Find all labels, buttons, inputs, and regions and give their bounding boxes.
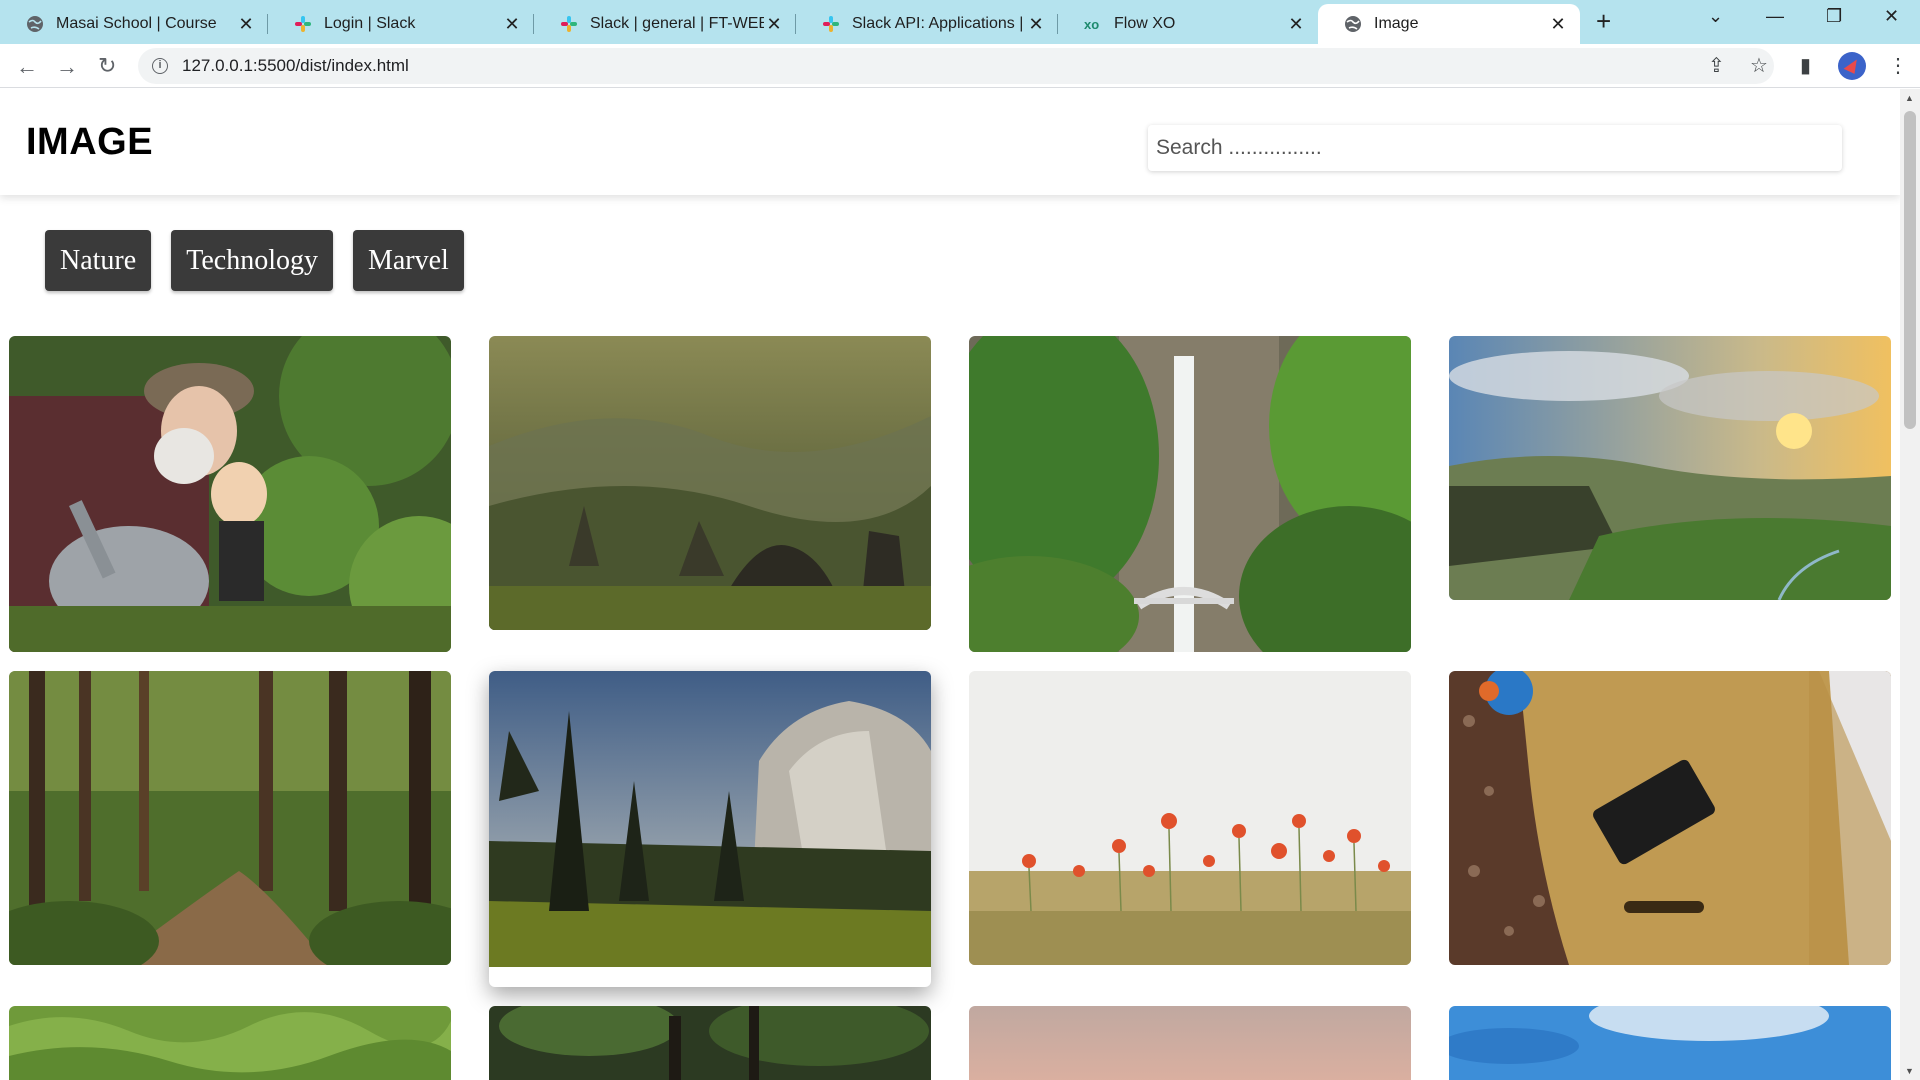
filter-marvel-button[interactable]: Marvel bbox=[352, 230, 464, 291]
close-icon[interactable]: ✕ bbox=[1026, 14, 1046, 35]
pink-sky-photo bbox=[969, 1006, 1411, 1080]
gallery-image-card[interactable] bbox=[969, 336, 1411, 652]
gallery-image-card[interactable] bbox=[489, 336, 931, 630]
mountain-valley-photo bbox=[489, 336, 931, 630]
tab-title: Slack | general | FT-WEB-17 bbox=[590, 15, 764, 32]
new-tab-button[interactable]: + bbox=[1596, 6, 1611, 37]
scrollbar-thumb[interactable] bbox=[1904, 111, 1916, 429]
gallery-image-card[interactable] bbox=[1449, 336, 1891, 600]
waterfall-photo bbox=[969, 336, 1411, 652]
search-input[interactable] bbox=[1148, 125, 1842, 171]
tab-title: Image bbox=[1374, 15, 1419, 32]
close-icon[interactable]: ✕ bbox=[764, 14, 784, 35]
share-icon[interactable]: ⇪ bbox=[1708, 53, 1725, 78]
page-scrollbar[interactable]: ▲ ▼ bbox=[1900, 89, 1920, 1080]
category-filters: Nature Technology Marvel bbox=[45, 230, 464, 291]
tab-title: Masai School | Course bbox=[56, 15, 217, 32]
gallery-image-card[interactable] bbox=[969, 1006, 1411, 1080]
url-text: 127.0.0.1:5500/dist/index.html bbox=[182, 56, 409, 75]
svg-text:xo: xo bbox=[1084, 17, 1099, 32]
globe-icon bbox=[26, 15, 44, 33]
forward-icon[interactable]: → bbox=[56, 54, 78, 80]
side-panel-icon[interactable]: ▮ bbox=[1800, 53, 1811, 78]
tab-title: Slack API: Applications | Sla bbox=[852, 15, 1026, 32]
globe-icon bbox=[1344, 15, 1362, 33]
gallery-image-card[interactable] bbox=[9, 336, 451, 652]
site-logo: IMAGE bbox=[26, 121, 154, 163]
forest-path-photo bbox=[9, 671, 451, 965]
restore-icon[interactable]: ❐ bbox=[1826, 6, 1842, 27]
tab-masai[interactable]: Masai School | Course ✕ bbox=[0, 4, 268, 44]
back-icon[interactable]: ← bbox=[16, 54, 38, 80]
cliffs-sunset-photo bbox=[1449, 336, 1891, 600]
close-icon[interactable]: ✕ bbox=[502, 14, 522, 35]
address-bar[interactable]: i 127.0.0.1:5500/dist/index.html bbox=[138, 48, 1774, 84]
slack-icon bbox=[822, 15, 840, 33]
gallery-image-card[interactable] bbox=[9, 671, 451, 965]
filter-technology-button[interactable]: Technology bbox=[171, 230, 333, 291]
gallery-image-card[interactable] bbox=[489, 1006, 931, 1080]
gallery-image-card[interactable] bbox=[9, 1006, 451, 1080]
green-hills-photo bbox=[9, 1006, 451, 1080]
close-icon[interactable]: ✕ bbox=[1286, 14, 1306, 35]
window-close-icon[interactable]: ✕ bbox=[1884, 6, 1899, 27]
tab-flowxo[interactable]: xo Flow XO ✕ bbox=[1058, 4, 1318, 44]
close-icon[interactable]: ✕ bbox=[1548, 14, 1568, 35]
close-icon[interactable]: ✕ bbox=[236, 14, 256, 35]
tab-title: Flow XO bbox=[1114, 15, 1176, 32]
blue-sky-photo bbox=[1449, 1006, 1891, 1080]
site-header: IMAGE bbox=[0, 89, 1900, 195]
slack-icon bbox=[294, 15, 312, 33]
bookmark-star-icon[interactable]: ☆ bbox=[1750, 53, 1768, 78]
granite-cliff-photo bbox=[489, 671, 931, 967]
gallery-image-card-hovered[interactable] bbox=[489, 671, 931, 987]
ssd-product-photo bbox=[1449, 671, 1891, 965]
flowxo-icon: xo bbox=[1084, 15, 1102, 33]
scroll-down-icon[interactable]: ▼ bbox=[1905, 1066, 1914, 1076]
page-viewport: IMAGE Nature Technology Marvel bbox=[0, 89, 1900, 1080]
tab-title: Login | Slack bbox=[324, 15, 416, 32]
tab-slack-api[interactable]: Slack API: Applications | Sla ✕ bbox=[796, 4, 1058, 44]
slack-icon bbox=[560, 15, 578, 33]
site-info-icon[interactable]: i bbox=[152, 58, 168, 74]
gallery-image-card[interactable] bbox=[1449, 671, 1891, 965]
gallery-image-card[interactable] bbox=[969, 671, 1411, 965]
scroll-up-icon[interactable]: ▲ bbox=[1905, 93, 1914, 103]
reload-icon[interactable]: ↻ bbox=[98, 53, 116, 79]
minimize-icon[interactable]: — bbox=[1766, 6, 1784, 27]
tab-search-chevron-icon[interactable]: ⌄ bbox=[1708, 6, 1723, 27]
tab-slack-general[interactable]: Slack | general | FT-WEB-17 ✕ bbox=[534, 4, 796, 44]
filter-nature-button[interactable]: Nature bbox=[45, 230, 152, 291]
dark-forest-photo bbox=[489, 1006, 931, 1080]
gardening-photo bbox=[9, 336, 451, 652]
poppy-field-photo bbox=[969, 671, 1411, 965]
gallery-image-card[interactable] bbox=[1449, 1006, 1891, 1080]
profile-avatar[interactable] bbox=[1838, 52, 1866, 80]
tab-login-slack[interactable]: Login | Slack ✕ bbox=[268, 4, 534, 44]
tab-image[interactable]: Image ✕ bbox=[1318, 4, 1580, 44]
tab-strip: Masai School | Course ✕ Login | Slack ✕ … bbox=[0, 0, 1920, 44]
menu-kebab-icon[interactable]: ⋮ bbox=[1888, 53, 1908, 78]
